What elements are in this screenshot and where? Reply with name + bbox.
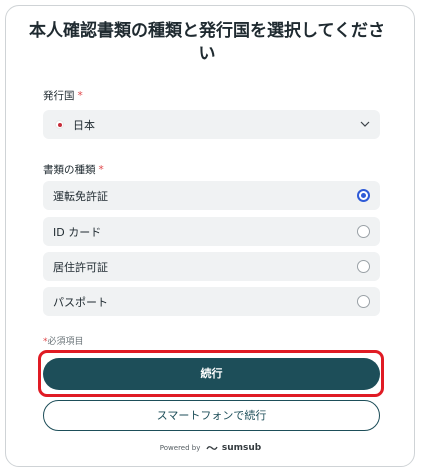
country-label: 発行国 * xyxy=(43,90,83,102)
doc-option-label: パスポート xyxy=(53,296,108,309)
radio-icon[interactable] xyxy=(357,295,370,308)
radio-icon[interactable] xyxy=(357,225,370,238)
chevron-down-icon xyxy=(360,121,370,127)
required-mark: * xyxy=(77,90,83,102)
doc-option-drivers-license[interactable]: 運転免許証 xyxy=(43,181,380,210)
doc-option-residence-permit[interactable]: 居住許可証 xyxy=(43,252,380,281)
country-select[interactable]: 日本 xyxy=(43,110,380,139)
doc-option-passport[interactable]: パスポート xyxy=(43,287,380,316)
required-note: *必須項目 xyxy=(43,337,84,347)
required-mark: * xyxy=(98,164,104,176)
sumsub-logo-icon xyxy=(206,446,218,450)
radio-selected-icon[interactable] xyxy=(357,189,370,202)
doc-type-label: 書類の種類 * xyxy=(43,164,104,176)
doc-option-label: 居住許可証 xyxy=(53,261,108,274)
doc-option-id-card[interactable]: ID カード xyxy=(43,217,380,246)
page-title: 本人確認書類の種類と発行国を選択してください xyxy=(29,21,385,64)
continue-on-phone-button[interactable]: スマートフォンで続行 xyxy=(43,400,380,431)
country-select-value: 日本 xyxy=(73,119,95,132)
powered-by-footer: Powered by sumsub xyxy=(159,443,262,453)
doc-option-label: 運転免許証 xyxy=(53,190,108,203)
highlight-outline xyxy=(38,350,384,397)
radio-icon[interactable] xyxy=(357,260,370,273)
doc-option-label: ID カード xyxy=(53,226,102,239)
japan-flag-icon xyxy=(55,120,64,129)
